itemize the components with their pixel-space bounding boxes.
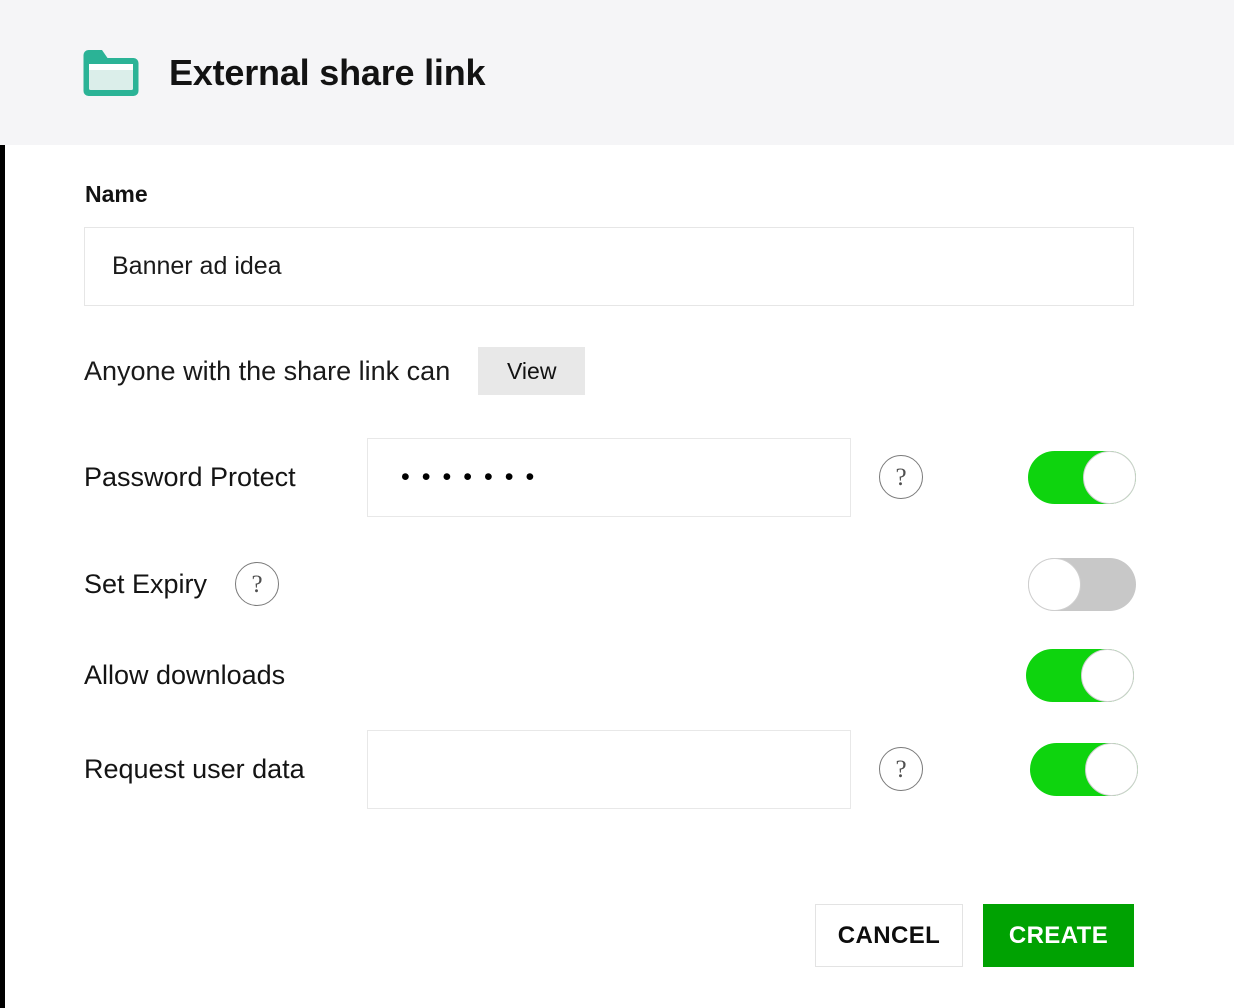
allow-downloads-label: Allow downloads bbox=[84, 662, 285, 689]
toggle-knob bbox=[1083, 451, 1136, 504]
option-row-allow-downloads: Allow downloads bbox=[84, 632, 1134, 718]
set-expiry-label: Set Expiry bbox=[84, 571, 207, 598]
name-input[interactable] bbox=[84, 227, 1134, 306]
permission-row: Anyone with the share link can View bbox=[84, 347, 1134, 395]
toggle-knob bbox=[1085, 743, 1138, 796]
option-row-password-protect: Password Protect ? bbox=[84, 434, 1134, 520]
password-input[interactable] bbox=[367, 438, 851, 517]
toggle-knob bbox=[1081, 649, 1134, 702]
request-user-data-input[interactable] bbox=[367, 730, 851, 809]
name-label: Name bbox=[85, 183, 1134, 206]
password-protect-label: Password Protect bbox=[84, 464, 296, 491]
dialog-body: Name Anyone with the share link can View… bbox=[0, 145, 1234, 1008]
option-row-set-expiry: Set Expiry ? bbox=[84, 541, 1134, 627]
help-icon-set-expiry[interactable]: ? bbox=[235, 562, 279, 606]
request-user-data-label: Request user data bbox=[84, 756, 305, 783]
cancel-button[interactable]: CANCEL bbox=[815, 904, 963, 967]
permission-label: Anyone with the share link can bbox=[84, 358, 450, 385]
toggle-allow-downloads[interactable] bbox=[1026, 649, 1134, 702]
dialog-header: External share link bbox=[0, 0, 1234, 145]
external-share-link-dialog: External share link Name Anyone with the… bbox=[0, 0, 1234, 1008]
toggle-set-expiry[interactable] bbox=[1028, 558, 1136, 611]
help-icon-request-user-data[interactable]: ? bbox=[879, 747, 923, 791]
toggle-request-user-data[interactable] bbox=[1030, 743, 1138, 796]
dialog-footer: CANCEL CREATE bbox=[815, 904, 1134, 967]
permission-select[interactable]: View bbox=[478, 347, 585, 395]
toggle-password-protect[interactable] bbox=[1028, 451, 1136, 504]
help-icon-password-protect[interactable]: ? bbox=[879, 455, 923, 499]
create-button[interactable]: CREATE bbox=[983, 904, 1134, 967]
toggle-knob bbox=[1028, 558, 1081, 611]
page-title: External share link bbox=[169, 52, 485, 94]
folder-icon bbox=[80, 47, 142, 99]
option-row-request-user-data: Request user data ? bbox=[84, 726, 1134, 812]
